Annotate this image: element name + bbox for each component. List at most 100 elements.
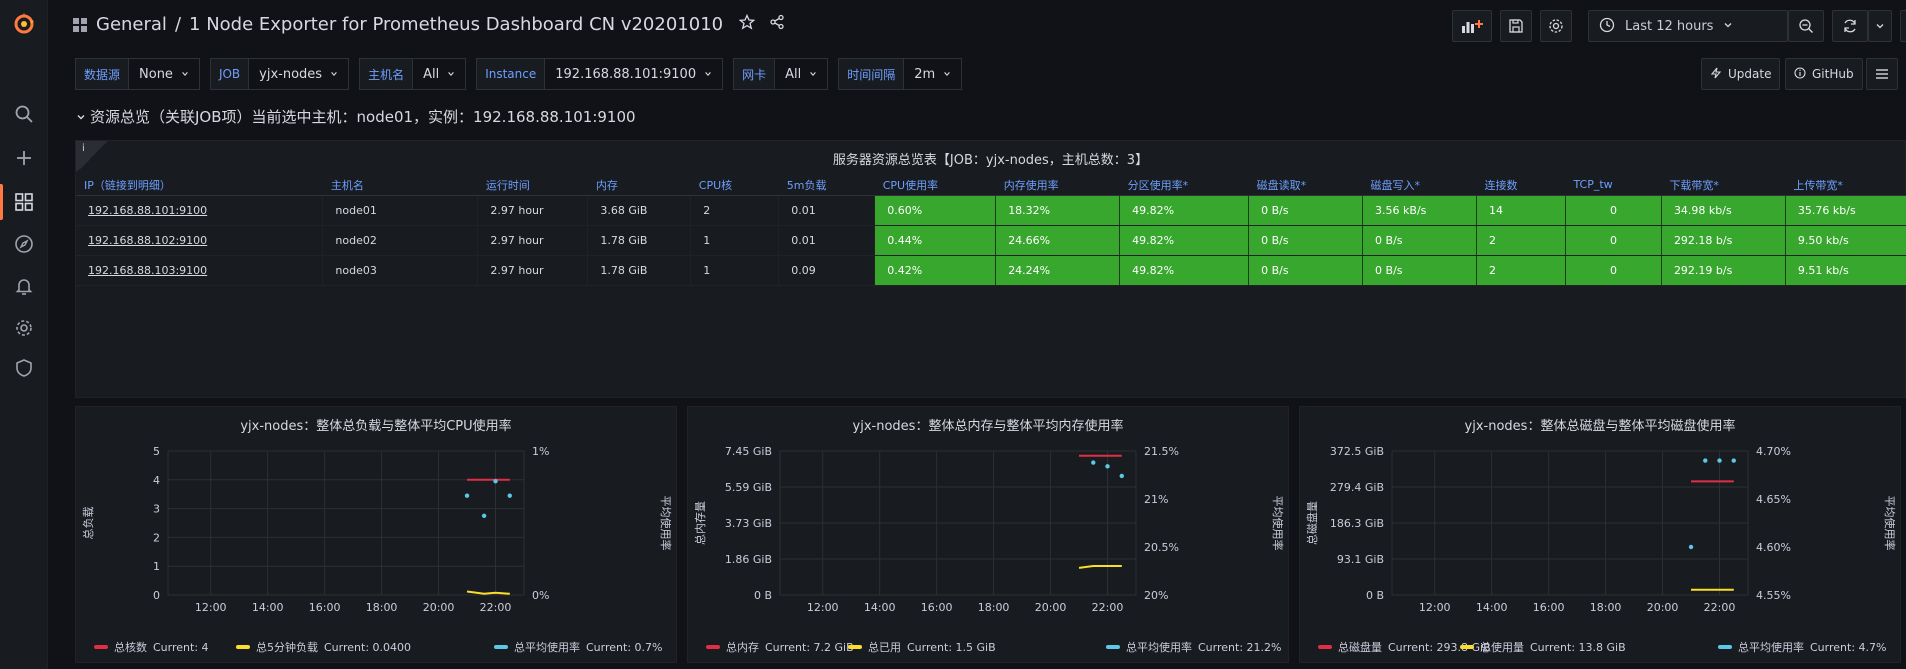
variable-label-interval: 时间间隔 <box>838 58 905 90</box>
search-icon[interactable] <box>14 104 34 124</box>
table-row: 192.168.88.103:9100 node03 2.97 hour 1.78 G… <box>76 255 1906 286</box>
legend-current-value: Current: 7.2 GiB <box>765 640 854 654</box>
y-left-tick-label: 0 B <box>1366 589 1384 602</box>
legend-item[interactable]: 总平均使用率 Current: 0.7% <box>494 639 662 655</box>
legend-item[interactable]: 总平均使用率 Current: 4.7% <box>1718 639 1886 655</box>
legend-item[interactable]: 总核数 Current: 4 <box>94 639 209 655</box>
ip-link-cell[interactable]: 192.168.88.101:9100 <box>76 195 324 226</box>
table-cell: 1 <box>690 225 780 256</box>
data-point <box>1105 464 1110 469</box>
configuration-gear-icon[interactable] <box>14 318 34 338</box>
dashboard-title[interactable]: 1 Node Exporter for Prometheus Dashboard… <box>189 14 723 35</box>
breadcrumb-folder[interactable]: General <box>96 14 167 35</box>
grafana-logo-icon[interactable] <box>12 12 36 36</box>
table-cell: 0 B/s <box>1362 255 1478 286</box>
variable-interval-value: 2m <box>914 66 936 82</box>
column-header[interactable]: 主机名 <box>322 175 478 196</box>
legend-item[interactable]: 总已用 Current: 1.5 GiB <box>848 639 996 655</box>
tv-mode-icon[interactable] <box>1900 10 1906 42</box>
cpu-load-chart-panel: yjx-nodes：整体总负载与整体平均CPU使用率 5 4 3 2 1 0 1% 0% 12:… <box>75 406 677 663</box>
column-header[interactable]: IP（链接到明细） <box>76 175 323 196</box>
y-right-tick-label: 21% <box>1144 493 1168 506</box>
legend-item[interactable]: 总使用量 Current: 13.8 GiB <box>1460 639 1626 655</box>
dashboard-row-header[interactable]: 资源总览（关联JOB项）当前选中主机：node01，实例：192.168.88.… <box>76 106 636 127</box>
zoom-out-icon[interactable] <box>1788 10 1824 42</box>
variable-job-select[interactable]: yjx-nodes <box>249 58 350 90</box>
column-header[interactable]: 运行时间 <box>477 175 588 196</box>
variable-interval-select[interactable]: 2m <box>904 58 963 90</box>
refresh-icon[interactable] <box>1832 10 1868 42</box>
variable-instance-select[interactable]: 192.168.88.101:9100 <box>545 58 724 90</box>
y-right-axis-label: 平均使用率 <box>1271 496 1285 551</box>
column-header[interactable]: 5m负载 <box>778 175 875 196</box>
table-cell: 24.66% <box>995 225 1121 256</box>
hamburger-menu-icon[interactable] <box>1866 58 1898 90</box>
table-cell: 292.19 b/s <box>1661 255 1786 286</box>
y-right-tick-label: 20.5% <box>1144 541 1179 554</box>
legend-swatch <box>1718 645 1732 649</box>
plus-icon[interactable] <box>14 148 34 168</box>
legend-swatch <box>236 645 250 649</box>
column-header[interactable]: 下载带宽* <box>1661 175 1786 196</box>
memory-chart-panel: yjx-nodes：整体总内存与整体平均内存使用率 7.45 GiB 5.59 G… <box>687 406 1289 663</box>
update-link-button[interactable]: Update <box>1701 58 1781 90</box>
server-admin-shield-icon[interactable] <box>14 358 34 378</box>
column-header[interactable]: 磁盘写入* <box>1362 175 1477 196</box>
legend-current-value: Current: 21.2% <box>1198 640 1282 654</box>
x-tick-label: 18:00 <box>978 601 1010 614</box>
legend-series-name: 总核数 <box>114 641 147 654</box>
column-header[interactable]: 内存使用率 <box>995 175 1120 196</box>
info-circle-icon <box>1794 66 1806 82</box>
time-range-picker[interactable]: Last 12 hours <box>1588 10 1788 42</box>
chevron-down-icon <box>705 72 711 77</box>
cpu-load-chart[interactable]: 5 4 3 2 1 0 1% 0% 12:00 14:00 16:00 18:00 20:00 22:00… <box>76 407 678 664</box>
y-left-tick-label: 372.5 GiB <box>1330 445 1384 458</box>
legend-item[interactable]: 总内存 Current: 7.2 GiB <box>706 639 854 655</box>
series-line <box>466 590 510 595</box>
variable-datasource-select[interactable]: None <box>129 58 200 90</box>
variable-datasource-value: None <box>139 66 173 82</box>
add-panel-icon[interactable] <box>1452 10 1492 42</box>
y-right-axis-label: 平均使用率 <box>659 496 673 551</box>
dashboards-icon[interactable] <box>14 192 34 212</box>
table-panel-title[interactable]: 服务器资源总览表【JOB：yjx-nodes，主机总数：3】 <box>76 149 1905 168</box>
column-header[interactable]: 分区使用率* <box>1119 175 1249 196</box>
explore-compass-icon[interactable] <box>14 234 34 254</box>
ip-link-cell[interactable]: 192.168.88.102:9100 <box>76 225 324 256</box>
table-cell: 0.01 <box>778 195 876 226</box>
dashboard-settings-icon[interactable] <box>1540 10 1572 42</box>
column-header[interactable]: 磁盘读取* <box>1248 175 1363 196</box>
legend-current-value: Current: 13.8 GiB <box>1530 640 1626 654</box>
column-header[interactable]: CPU使用率 <box>874 175 996 196</box>
data-point <box>464 493 470 498</box>
table-cell: 3.68 GiB <box>587 195 692 226</box>
table-cell: 0.60% <box>874 195 997 226</box>
column-header[interactable]: TCP_tw <box>1565 175 1662 196</box>
table-cell: 24.24% <box>995 255 1121 286</box>
share-icon[interactable] <box>769 14 785 35</box>
alerting-bell-icon[interactable] <box>14 276 34 296</box>
legend-swatch <box>706 645 720 649</box>
legend-current-value: Current: 4.7% <box>1810 640 1887 654</box>
column-header[interactable]: CPU核 <box>690 175 779 196</box>
chevron-down-icon <box>1723 19 1733 33</box>
y-right-tick-label: 0% <box>532 589 549 602</box>
variable-hostname-select[interactable]: All <box>413 58 467 90</box>
column-header[interactable]: 连接数 <box>1476 175 1566 196</box>
column-header[interactable]: 内存 <box>587 175 691 196</box>
column-header[interactable]: 上传带宽* <box>1785 175 1906 196</box>
github-link-label: GitHub <box>1812 67 1854 81</box>
refresh-interval-chevron-icon[interactable] <box>1868 10 1892 42</box>
variable-nic-select[interactable]: All <box>775 58 829 90</box>
legend-item[interactable]: 总5分钟负载 Current: 0.0400 <box>236 639 411 655</box>
save-dashboard-icon[interactable] <box>1500 10 1532 42</box>
ip-link-cell[interactable]: 192.168.88.103:9100 <box>76 255 324 286</box>
table-cell: 2 <box>1476 255 1566 286</box>
chevron-down-icon <box>331 72 337 77</box>
star-icon[interactable] <box>738 13 756 35</box>
disk-chart[interactable]: 372.5 GiB 279.4 GiB 186.3 GiB 93.1 GiB 0 B 4.… <box>1300 407 1902 664</box>
github-link-button[interactable]: GitHub <box>1785 58 1863 90</box>
chevron-down-icon <box>810 72 817 77</box>
memory-chart[interactable]: 7.45 GiB 5.59 GiB 3.73 GiB 1.86 GiB 0 B 21.5%… <box>688 407 1290 664</box>
legend-item[interactable]: 总平均使用率 Current: 21.2% <box>1106 639 1281 655</box>
